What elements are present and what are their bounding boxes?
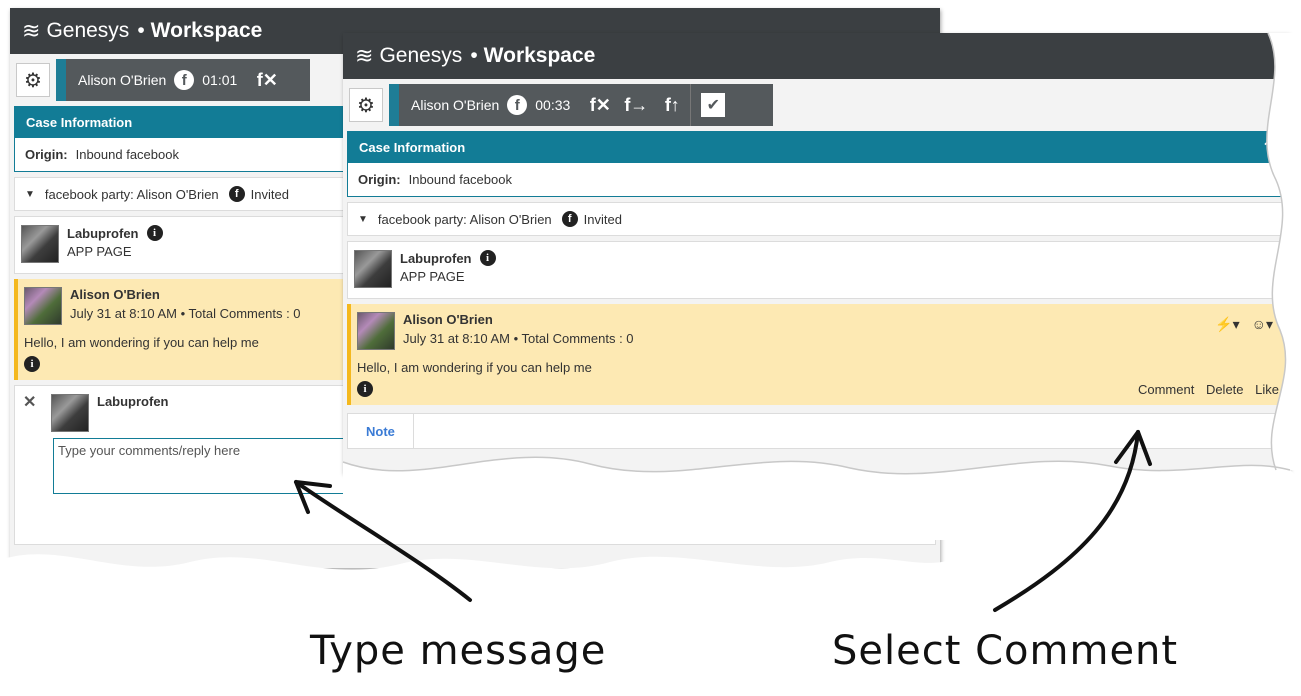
info-icon[interactable]: i <box>357 381 373 397</box>
facebook-icon: f <box>174 70 195 90</box>
close-icon[interactable]: ✕ <box>23 392 36 412</box>
genesys-logo-icon: ≋ <box>355 43 374 68</box>
post-author: Alison O'Brien <box>403 312 493 327</box>
contact-name: Alison O'Brien <box>78 72 167 88</box>
team-communicator-button[interactable]: ⚙ <box>349 88 383 122</box>
post-card: ⚡▾ ☺▾ Alison O'Brien July 31 at 8:10 AM … <box>347 304 1285 405</box>
meta-separator: • <box>180 306 186 321</box>
case-information-title: Case Information <box>26 114 133 130</box>
team-communicator-icon: ⚙ <box>357 94 375 117</box>
author-avatar <box>357 312 395 350</box>
comment-link[interactable]: Comment <box>1138 382 1194 397</box>
mark-done-icon[interactable]: ✔ <box>701 93 726 117</box>
facebook-icon: f <box>561 211 578 227</box>
post-author: Alison O'Brien <box>70 287 160 302</box>
emoji-icon[interactable]: ☺▾ <box>1252 316 1273 333</box>
facebook-end-icon[interactable]: f✕ <box>249 59 285 101</box>
meta-separator: • <box>513 331 519 346</box>
interaction-accent <box>389 84 399 126</box>
title-separator: • <box>137 19 145 42</box>
party-status: Invited <box>250 186 289 202</box>
case-origin-row: Origin: Inbound facebook <box>347 163 1285 197</box>
origin-value: Inbound facebook <box>408 172 512 187</box>
info-icon[interactable]: i <box>479 250 496 266</box>
page-subtitle: APP PAGE <box>400 269 465 284</box>
origin-label: Origin: <box>25 147 68 162</box>
post-comment-count: Total Comments : 0 <box>188 306 301 321</box>
page-name: Labuprofen <box>400 250 472 266</box>
interaction-timer: 01:01 <box>202 72 238 88</box>
facebook-icon: f <box>507 95 528 115</box>
interaction-bar[interactable]: Alison O'Brien f 01:01 f✕ <box>56 59 310 101</box>
facebook-icon: f <box>228 186 245 202</box>
case-information-header[interactable]: Case Information ⌃ <box>347 131 1285 163</box>
like-link[interactable]: Like <box>1255 382 1279 397</box>
toolbar: ⚙ Alison O'Brien f 00:33 f✕ f→ f↑ ✔ <box>343 79 1289 131</box>
post-date: July 31 at 8:10 AM <box>70 306 177 321</box>
product-name: Workspace <box>483 44 596 67</box>
caption-select-comment: Select Comment <box>832 628 1179 674</box>
info-icon[interactable]: i <box>24 356 40 372</box>
send-button[interactable]: Send <box>823 508 871 534</box>
caption-type-message: Type message <box>310 628 607 674</box>
team-communicator-button[interactable]: ⚙ <box>16 63 50 97</box>
page-subtitle: APP PAGE <box>67 244 132 259</box>
workspace-window-front: ≋ Genesys • Workspace ⚙ Alison O'Brien f… <box>343 33 1289 473</box>
post-date: July 31 at 8:10 AM <box>403 331 510 346</box>
chevron-up-icon[interactable]: ⌃ <box>1262 139 1273 155</box>
title-separator: • <box>470 44 478 67</box>
title-bar: ≋ Genesys • Workspace <box>343 33 1289 79</box>
page-avatar <box>21 225 59 263</box>
contact-name: Alison O'Brien <box>411 97 500 113</box>
brand-name: Genesys <box>46 19 130 42</box>
product-name: Workspace <box>150 19 263 42</box>
delete-link[interactable]: Delete <box>1206 382 1244 397</box>
interaction-accent <box>56 59 66 101</box>
facebook-conference-icon[interactable]: f↑ <box>654 84 690 126</box>
party-text: facebook party: Alison O'Brien <box>377 211 552 227</box>
facebook-conference-icon[interactable]: f↑ <box>879 508 917 534</box>
info-icon[interactable]: i <box>146 225 163 241</box>
brand-name: Genesys <box>379 44 463 67</box>
tab-note[interactable]: Note <box>348 413 414 449</box>
team-communicator-icon: ⚙ <box>24 69 42 92</box>
caret-down-icon[interactable]: ▼ <box>25 189 35 200</box>
party-status: Invited <box>583 211 622 227</box>
note-tabbar: Note <box>347 413 1285 449</box>
quick-action-icon[interactable]: ⚡▾ <box>1215 316 1239 333</box>
reply-avatar <box>51 394 89 432</box>
origin-value: Inbound facebook <box>75 147 179 162</box>
toolbar-divider <box>690 84 692 126</box>
party-row[interactable]: ▼ facebook party: Alison O'Brien f Invit… <box>347 202 1285 236</box>
reply-author: Labuprofen <box>97 394 169 409</box>
interaction-bar[interactable]: Alison O'Brien f 00:33 f✕ f→ f↑ ✔ <box>389 84 773 126</box>
facebook-end-icon[interactable]: f✕ <box>582 84 618 126</box>
caret-down-icon[interactable]: ▼ <box>358 214 368 225</box>
genesys-logo-icon: ≋ <box>22 18 41 43</box>
author-avatar <box>24 287 62 325</box>
page-avatar <box>354 250 392 288</box>
facebook-transfer-icon[interactable]: f→ <box>618 84 654 126</box>
page-card: Labuprofen i APP PAGE <box>347 241 1285 299</box>
page-name: Labuprofen <box>67 225 139 241</box>
origin-label: Origin: <box>358 172 401 187</box>
party-text: facebook party: Alison O'Brien <box>44 186 219 202</box>
case-information-title: Case Information <box>359 139 466 155</box>
post-comment-count: Total Comments : 0 <box>521 331 634 346</box>
interaction-timer: 00:33 <box>535 97 571 113</box>
post-actions: Comment Delete Like <box>1130 382 1279 397</box>
post-message: Hello, I am wondering if you can help me <box>357 360 592 375</box>
